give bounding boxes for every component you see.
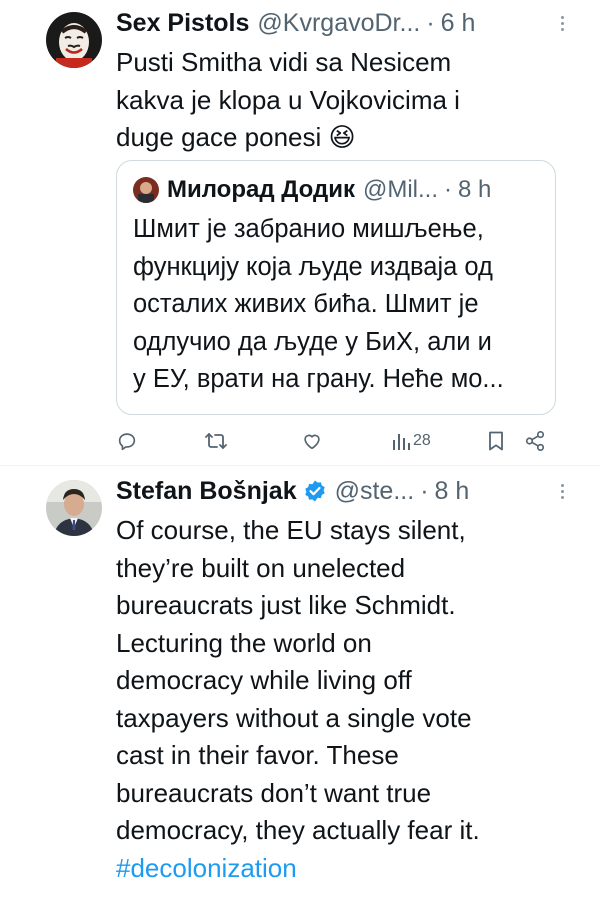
tweet-text: Of course, the EU stays silent, they’re … [116, 515, 480, 845]
tweet[interactable]: Sex Pistols @KvrgavoDr... · 6 h Pusti Sm… [0, 0, 600, 466]
separator-dot: · [426, 8, 435, 37]
author-handle[interactable]: @ste... [335, 477, 415, 506]
tweet[interactable]: Stefan Bošnjak @ste... · 8 h Of course, … [0, 466, 600, 900]
more-options-icon[interactable] [552, 4, 572, 42]
author-name[interactable]: Sex Pistols [116, 9, 249, 38]
verified-badge-icon [303, 479, 327, 503]
retweet-icon [204, 430, 228, 452]
more-options-icon[interactable] [552, 472, 572, 510]
avatar[interactable] [46, 12, 102, 68]
quoted-author-handle: @Mil... [362, 176, 439, 203]
views-button[interactable]: 28 [392, 426, 431, 456]
author-name[interactable]: Stefan Bošnjak [116, 477, 297, 506]
tweet-text: Pusti Smitha vidi sa Nesicem kakva je kl… [116, 47, 460, 152]
author-handle[interactable]: @KvrgavoDr... [257, 9, 420, 38]
separator-dot: · [444, 176, 453, 203]
quoted-author-name: Милорад Додик [167, 176, 355, 203]
share-icon [524, 430, 546, 452]
views-icon [392, 431, 410, 451]
like-icon [301, 430, 323, 452]
quoted-tweet[interactable]: Милорад Додик @Mil... · 8 h Шмит је забр… [116, 160, 556, 415]
quoted-tweet-text: Шмит је забранио мишљење, функцију која … [133, 215, 504, 393]
separator-dot: · [420, 476, 429, 505]
reply-icon [116, 430, 138, 452]
retweet-button[interactable] [204, 426, 228, 456]
bookmark-icon [486, 430, 506, 452]
avatar[interactable] [46, 480, 102, 536]
tweet-header: Stefan Bošnjak @ste... · 8 h [116, 472, 580, 510]
views-count: 28 [413, 432, 431, 449]
share-button[interactable] [524, 426, 546, 456]
tweet-header: Sex Pistols @KvrgavoDr... · 6 h [116, 4, 580, 42]
timestamp[interactable]: 6 h [441, 9, 476, 38]
tweet-actions: 28 [116, 426, 556, 456]
like-button[interactable] [301, 426, 323, 456]
reply-button[interactable] [116, 426, 138, 456]
quoted-tweet-header: Милорад Додик @Mil... · 8 h [133, 173, 491, 207]
quoted-avatar [133, 177, 159, 203]
timestamp[interactable]: 8 h [435, 477, 470, 506]
hashtag-link[interactable]: #decolonization [116, 850, 580, 888]
quoted-timestamp: 8 h [458, 176, 492, 203]
bookmark-button[interactable] [486, 426, 506, 456]
